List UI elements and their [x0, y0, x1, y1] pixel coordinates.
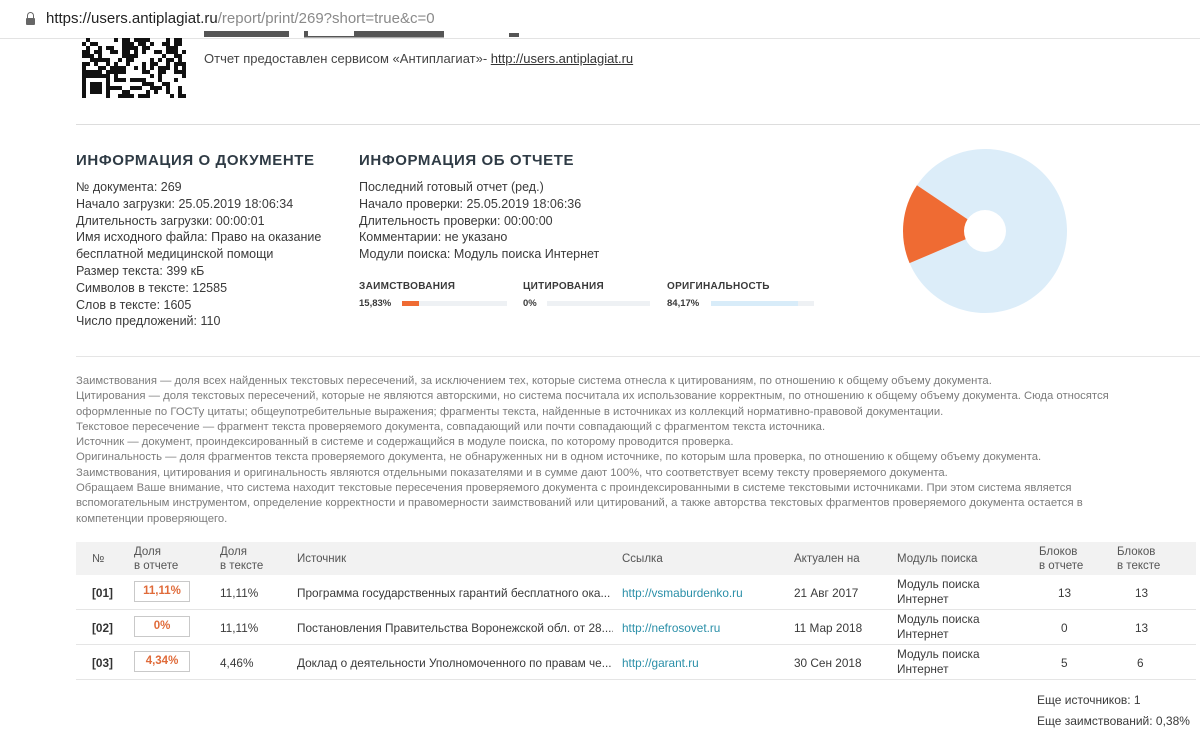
- actual-date: 30 Сен 2018: [794, 656, 862, 670]
- report-info-line: Начало проверки: 25.05.2019 18:06:36: [359, 196, 582, 211]
- share-text: 11,11%: [220, 586, 259, 600]
- metric-borrow-value: 15,83%: [359, 298, 392, 309]
- definitions-legend: Заимствования — доля всех найденных текс…: [76, 374, 1186, 527]
- report-info-line: Комментарии: не указано: [359, 230, 508, 245]
- legend-line: вспомогательным инструментом, определени…: [76, 497, 1083, 510]
- doc-info-line: Размер текста: 399 кБ: [76, 263, 205, 278]
- share-report-box[interactable]: 11,11%: [134, 581, 190, 602]
- share-report-box[interactable]: 0%: [134, 616, 190, 637]
- metric-original-bar: [711, 301, 814, 306]
- metric-borrow-label: ЗАИМСТВОВАНИЯ: [359, 281, 456, 292]
- col-actual: Актуален на: [794, 553, 860, 565]
- doc-info-list: № документа: 269 Начало загрузки: 25.05.…: [76, 179, 321, 330]
- browser-address-bar[interactable]: https://users.antiplagiat.ru/report/prin…: [0, 0, 1200, 39]
- legend-line: Заимствования — доля всех найденных текс…: [76, 375, 992, 387]
- doc-info-line: Слов в тексте: 1605: [76, 297, 192, 312]
- legend-line: Текстовое пересечение — фрагмент текста …: [76, 420, 826, 433]
- metric-cite-value: 0%: [523, 298, 537, 309]
- col-module: Модуль поиска: [897, 553, 978, 565]
- table-header: № Доля в отчете Доля в тексте Источник Ссы…: [76, 542, 1196, 575]
- url-text[interactable]: https://users.antiplagiat.ru/report/prin…: [46, 10, 435, 27]
- lock-icon: [26, 12, 35, 25]
- legend-line: Обращаем Ваше внимание, что система нахо…: [76, 482, 1072, 495]
- doc-info-line: Длительность загрузки: 00:00:01: [76, 213, 265, 228]
- metric-cite-bar: [547, 301, 650, 306]
- blocks-text: 6: [1137, 656, 1144, 670]
- header-cut-text: [204, 31, 519, 38]
- qr-code: [82, 38, 186, 98]
- search-module: Модуль поиска Интернет: [897, 612, 980, 641]
- blocks-report: 5: [1061, 656, 1068, 670]
- doc-info-line: Символов в тексте: 12585: [76, 280, 228, 295]
- share-text: 4,46%: [220, 656, 254, 670]
- col-num: №: [92, 553, 105, 565]
- divider: [76, 356, 1200, 357]
- legend-line: Цитирования — доля текстовых пересечений…: [76, 390, 1109, 403]
- metric-original-fill: [711, 301, 798, 306]
- col-blocks-text: Блоков в тексте: [1117, 546, 1161, 572]
- legend-line: компетенции проверяющего.: [76, 512, 228, 525]
- divider: [76, 124, 1200, 125]
- more-sources: Еще источников: 1: [1037, 693, 1141, 707]
- legend-line: Источник — документ, проиндексированный …: [76, 436, 734, 449]
- col-blocks-report: Блоков в отчете: [1039, 546, 1084, 572]
- col-source: Источник: [297, 553, 347, 565]
- source-link[interactable]: http://garant.ru: [622, 656, 699, 670]
- doc-info-line: Число предложений: 110: [76, 314, 221, 329]
- metric-cite-label: ЦИТИРОВАНИЯ: [523, 281, 604, 292]
- report-provided-by: Отчет предоставлен сервисом «Антиплагиат…: [204, 51, 634, 66]
- table-row[interactable]: [02] 0% 11,11% Постановления Правительст…: [76, 610, 1196, 645]
- legend-line: оформленные по ГОСТу цитаты; общеупотреб…: [76, 405, 944, 418]
- row-num: [03]: [92, 656, 113, 670]
- table-row[interactable]: [01] 11,11% 11,11% Программа государстве…: [76, 575, 1196, 610]
- blocks-report: 13: [1058, 586, 1072, 600]
- blocks-report: 0: [1061, 621, 1068, 635]
- row-num: [01]: [92, 586, 113, 600]
- source-title[interactable]: Постановления Правительства Воронежской …: [297, 621, 613, 635]
- originality-pie-chart: [903, 149, 1067, 313]
- col-share-report: Доля в отчете: [134, 546, 179, 572]
- source-title[interactable]: Доклад о деятельности Уполномоченного по…: [297, 656, 613, 670]
- metric-borrow-bar: [402, 301, 507, 306]
- report-info-line: Последний готовый отчет (ред.): [359, 180, 544, 194]
- col-link: Ссылка: [622, 553, 663, 565]
- blocks-text: 13: [1135, 621, 1149, 635]
- antiplagiat-link[interactable]: http://users.antiplagiat.ru: [491, 51, 633, 66]
- report-info-line: Длительность проверки: 00:00:00: [359, 213, 553, 228]
- col-share-text: Доля в тексте: [220, 546, 264, 572]
- doc-info-line: Имя исходного файла: Право на оказание: [76, 230, 322, 245]
- source-link[interactable]: http://vsmaburdenko.ru: [622, 586, 743, 600]
- actual-date: 11 Мар 2018: [794, 621, 863, 635]
- metric-original-label: ОРИГИНАЛЬНОСТЬ: [667, 281, 770, 292]
- doc-info-line: № документа: 269: [76, 180, 182, 194]
- legend-line: Заимствования, цитирования и оригинально…: [76, 466, 948, 479]
- doc-info-line: Начало загрузки: 25.05.2019 18:06:34: [76, 196, 294, 211]
- metric-borrow-fill: [402, 301, 419, 306]
- source-link[interactable]: http://nefrosovet.ru: [622, 621, 720, 635]
- actual-date: 21 Авг 2017: [794, 586, 859, 600]
- doc-info-line: бесплатной медицинской помощи: [76, 247, 274, 262]
- metric-original-value: 84,17%: [667, 298, 700, 309]
- share-text: 11,11%: [220, 621, 259, 635]
- blocks-text: 13: [1135, 586, 1149, 600]
- row-num: [02]: [92, 621, 113, 635]
- table-row[interactable]: [03] 4,34% 4,46% Доклад о деятельности У…: [76, 645, 1196, 680]
- report-info-title: ИНФОРМАЦИЯ ОБ ОТЧЕТЕ: [359, 152, 575, 169]
- more-borrowings: Еще заимствований: 0,38%: [1037, 714, 1190, 728]
- report-info-line: Модули поиска: Модуль поиска Интернет: [359, 247, 600, 262]
- search-module: Модуль поиска Интернет: [897, 577, 980, 606]
- share-report-box[interactable]: 4,34%: [134, 651, 190, 672]
- legend-line: Оригинальность — доля фрагментов текста …: [76, 451, 1042, 464]
- report-info-list: Последний готовый отчет (ред.) Начало пр…: [359, 179, 599, 263]
- search-module: Модуль поиска Интернет: [897, 647, 980, 676]
- source-title[interactable]: Программа государственных гарантий беспл…: [297, 586, 613, 600]
- pie-hole: [964, 210, 1006, 252]
- doc-info-title: ИНФОРМАЦИЯ О ДОКУМЕНТЕ: [76, 152, 315, 169]
